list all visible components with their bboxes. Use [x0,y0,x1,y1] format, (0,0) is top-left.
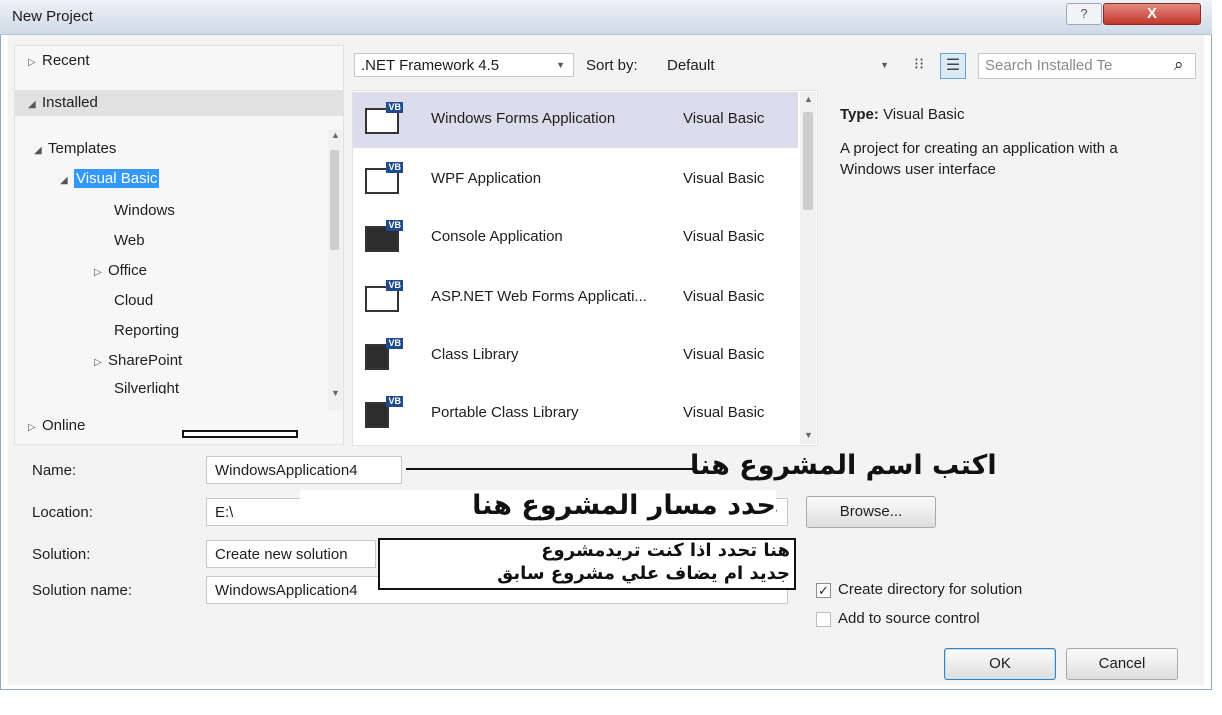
help-button[interactable]: ? [1066,3,1102,25]
collapse-arrow-icon[interactable]: ◢ [34,145,48,156]
template-row-class-library[interactable]: VB Class Library Visual Basic [353,328,798,384]
create-directory-checkbox[interactable]: ✓ [816,583,831,598]
wpf-template-icon: VB [363,162,403,198]
tree-item-label: Online [42,417,86,434]
template-row-portable-class-library[interactable]: VB Portable Class Library Visual Basic [353,386,798,442]
template-name: ASP.NET Web Forms Applicati... [431,288,647,305]
solution-name-label: Solution name: [32,582,133,599]
tree-item-reporting[interactable]: Reporting [114,322,179,339]
tree-item-templates[interactable]: ◢ Templates [34,140,116,157]
class-library-template-icon: VB [363,338,403,374]
tree-item-online[interactable]: ▷ Online [28,417,85,434]
expand-arrow-icon[interactable]: ▷ [28,422,42,433]
template-language: Visual Basic [683,404,765,421]
list-view-icon[interactable]: ☰ [940,53,966,79]
name-field[interactable]: WindowsApplication4 [206,456,402,484]
name-annotation: اكتب اسم المشروع هنا [690,450,997,481]
template-language: Visual Basic [683,288,765,305]
windows-form-template-icon: VB [363,102,403,138]
template-row-console[interactable]: VB Console Application Visual Basic [353,210,798,266]
scroll-down-icon[interactable]: ▼ [331,388,340,398]
dropdown-arrow-icon: ▼ [880,60,889,70]
tree-item-sharepoint[interactable]: ▷ SharePoint [94,352,182,369]
add-source-control-label: Add to source control [838,610,980,627]
location-label: Location: [32,504,93,521]
ok-button[interactable]: OK [944,648,1056,680]
tree-item-recent[interactable]: ▷ Recent [28,52,90,69]
tree-item-cloud[interactable]: Cloud [114,292,153,309]
framework-value: .NET Framework 4.5 [361,57,500,74]
tree-item-office[interactable]: ▷ Office [94,262,147,279]
small-icons-view-icon[interactable]: ⁝⁝ [906,53,932,79]
cancel-button[interactable]: Cancel [1066,648,1178,680]
tree-item-label: Installed [42,94,98,111]
expand-arrow-icon[interactable]: ▷ [94,267,108,278]
browse-button[interactable]: Browse... [806,496,936,528]
annotation-arrow [406,468,696,470]
template-description: A project for creating an application wi… [840,140,1118,178]
template-row-aspnet[interactable]: VB ASP.NET Web Forms Applicati... Visual… [353,270,798,326]
template-name: Console Application [431,228,563,245]
template-scrollbar-thumb[interactable] [803,112,813,210]
tree-item-web[interactable]: Web [114,232,145,249]
web-forms-template-icon: VB [363,280,403,316]
add-source-control-checkbox[interactable] [816,612,831,627]
tree-item-installed[interactable]: ◢ Installed [28,94,98,111]
search-placeholder: Search Installed Te [985,57,1113,74]
collapse-arrow-icon[interactable]: ◢ [28,99,42,110]
tree-item-label: Office [108,262,147,279]
tree-item-visual-basic[interactable]: ◢ Visual Basic [60,169,160,188]
type-label: Type: [840,106,879,123]
tree-item-silverlight[interactable]: Silverlight [114,380,179,394]
search-input[interactable]: Search Installed Te [978,53,1196,79]
sort-select[interactable]: Default ▼ [660,53,898,77]
close-button[interactable]: X [1103,3,1201,25]
dialog-title: New Project [12,8,93,25]
solution-label: Solution: [32,546,91,563]
tree-scrollbar-thumb[interactable] [330,150,339,250]
tree-item-label: SharePoint [108,352,183,369]
template-type: Type: Visual Basic [840,106,965,123]
tree-item-label: Visual Basic [74,169,160,188]
expand-arrow-icon[interactable]: ▷ [28,57,42,68]
tree-item-label: Recent [42,52,90,69]
template-name: Portable Class Library [431,404,579,421]
template-row-wpf[interactable]: VB WPF Application Visual Basic [353,152,798,208]
solution-annotation-line1: هنا تحدد اذا كنت تريدمشروع [541,540,790,561]
expand-arrow-icon[interactable]: ▷ [94,357,108,368]
search-icon[interactable]: ⌕ [1174,55,1184,75]
framework-select[interactable]: .NET Framework 4.5 ▼ [354,53,574,77]
name-label: Name: [32,462,77,479]
template-language: Visual Basic [683,346,765,363]
template-name: Windows Forms Application [431,110,616,127]
location-value: E:\ [215,504,234,521]
scroll-down-icon[interactable]: ▼ [804,430,813,440]
portable-library-template-icon: VB [363,396,403,432]
dropdown-arrow-icon: ▼ [556,60,565,70]
template-language: Visual Basic [683,228,765,245]
template-row-windows-forms[interactable]: VB Windows Forms Application Visual Basi… [353,92,798,148]
template-name: Class Library [431,346,519,363]
template-name: WPF Application [431,170,542,187]
sort-by-label: Sort by: [586,57,638,74]
tree-item-label: Templates [48,140,117,157]
create-directory-label: Create directory for solution [838,581,1023,598]
solution-annotation-line2: جديد ام يضاف علي مشروع سابق [497,563,790,584]
template-language: Visual Basic [683,110,765,127]
scroll-up-icon[interactable]: ▲ [331,130,340,140]
console-template-icon: VB [363,220,403,256]
collapse-arrow-icon[interactable]: ◢ [60,175,74,186]
type-value: Visual Basic [883,106,965,123]
title-bar [0,0,1212,35]
location-annotation: حدد مسار المشروع هنا [300,490,776,521]
tree-item-windows[interactable]: Windows [114,202,175,219]
scroll-up-icon[interactable]: ▲ [804,94,813,104]
template-language: Visual Basic [683,170,765,187]
sort-value: Default [667,57,715,74]
solution-select[interactable]: Create new solution [206,540,376,568]
annotation-marker [182,430,298,438]
